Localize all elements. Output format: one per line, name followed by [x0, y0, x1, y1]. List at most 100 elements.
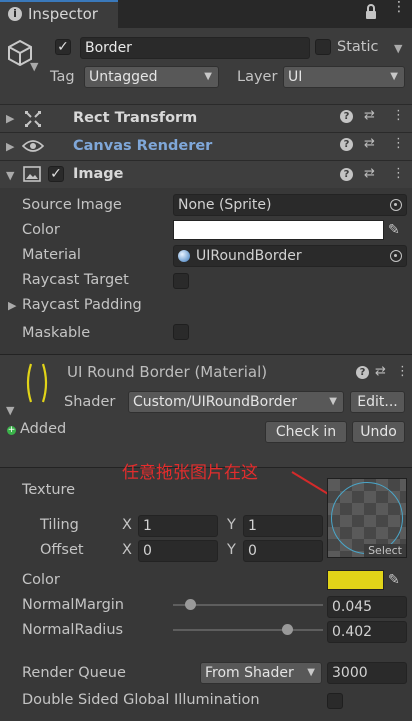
color-label: Color — [22, 222, 60, 238]
source-image-value: None (Sprite) — [178, 197, 272, 213]
material-label: Material — [22, 247, 81, 263]
source-image-label: Source Image — [22, 197, 122, 213]
material-field[interactable]: UIRoundBorder — [173, 245, 407, 267]
expand-caret-icon[interactable]: ▶ — [6, 140, 14, 153]
collapse-caret-icon[interactable]: ▼ — [6, 169, 14, 182]
expand-caret-icon[interactable]: ▶ — [6, 112, 14, 125]
normal-margin-label: NormalMargin — [22, 597, 124, 613]
shader-value: Custom/UIRoundBorder — [133, 394, 297, 410]
tag-dropdown[interactable]: Untagged ▼ — [84, 66, 219, 88]
object-name-field[interactable]: Border — [80, 37, 310, 59]
undo-button[interactable]: Undo — [352, 421, 405, 443]
normal-radius-slider[interactable] — [173, 623, 323, 637]
canvas-renderer-title: Canvas Renderer — [73, 138, 213, 154]
kebab-icon[interactable]: ⋮ — [392, 0, 406, 14]
maskable-checkbox[interactable] — [173, 324, 189, 340]
offset-y-label: Y — [227, 542, 236, 558]
static-label: Static — [337, 39, 379, 55]
edit-shader-button[interactable]: Edit... — [350, 391, 405, 413]
tiling-label: Tiling — [40, 517, 79, 533]
image-title: Image — [73, 166, 124, 182]
texture-slot[interactable]: Select — [327, 478, 407, 558]
tag-value: Untagged — [89, 69, 158, 85]
tag-label: Tag — [50, 69, 75, 85]
chevron-down-icon: ▼ — [390, 71, 398, 82]
eyedropper-icon[interactable]: ✎ — [388, 222, 400, 238]
chevron-down-icon: ▼ — [329, 396, 337, 407]
offset-y-field[interactable]: 0 — [243, 540, 323, 562]
kebab-icon[interactable]: ⋮ — [396, 364, 409, 379]
preset-icon[interactable]: ⇄ — [364, 108, 375, 123]
annotation-text: 任意拖张图片在这 — [122, 463, 258, 483]
layer-dropdown[interactable]: UI ▼ — [283, 66, 405, 88]
maskable-label: Maskable — [22, 325, 91, 341]
normal-radius-field[interactable]: 0.402 — [327, 621, 407, 643]
kebab-icon[interactable]: ⋮ — [392, 108, 405, 123]
rect-transform-title: Rect Transform — [73, 110, 198, 126]
image-enabled-checkbox[interactable]: ✓ — [48, 166, 64, 182]
help-icon[interactable]: ? — [340, 168, 353, 181]
normal-radius-label: NormalRadius — [22, 622, 124, 638]
active-checkbox[interactable]: ✓ — [55, 39, 71, 55]
preset-icon[interactable]: ⇄ — [364, 166, 375, 181]
lock-icon[interactable] — [364, 4, 378, 19]
preset-icon[interactable]: ⇄ — [364, 136, 375, 151]
offset-label: Offset — [40, 542, 84, 558]
eye-icon — [21, 139, 45, 157]
added-icon: + — [7, 425, 16, 435]
render-queue-field[interactable]: 3000 — [327, 662, 407, 684]
eyedropper-icon[interactable]: ✎ — [388, 572, 400, 588]
double-sided-gi-checkbox[interactable] — [327, 693, 343, 709]
material-icon — [178, 250, 190, 262]
layer-value: UI — [288, 69, 303, 85]
offset-x-field[interactable]: 0 — [138, 540, 218, 562]
raycast-padding-label[interactable]: Raycast Padding — [22, 297, 142, 313]
help-icon[interactable]: ? — [340, 110, 353, 123]
shader-label: Shader — [64, 394, 116, 410]
tiling-x-field[interactable]: 1 — [138, 515, 218, 537]
chevron-down-icon: ▼ — [307, 667, 315, 678]
material-preview-icon — [22, 362, 52, 408]
expand-caret-icon[interactable]: ▶ — [8, 299, 16, 312]
offset-x-label: X — [122, 542, 132, 558]
material-color-label: Color — [22, 572, 60, 588]
layer-label: Layer — [237, 69, 278, 85]
material-color-swatch[interactable] — [327, 570, 384, 590]
object-picker-icon[interactable] — [390, 199, 402, 211]
image-icon — [23, 166, 41, 186]
slider-thumb[interactable] — [282, 624, 293, 635]
source-image-field[interactable]: None (Sprite) — [173, 194, 407, 216]
kebab-icon[interactable]: ⋮ — [392, 136, 405, 151]
help-icon[interactable]: ? — [356, 366, 369, 379]
check-in-button[interactable]: Check in — [265, 421, 347, 443]
color-swatch[interactable] — [173, 220, 384, 240]
preset-icon[interactable]: ⇄ — [375, 364, 386, 379]
normal-margin-slider[interactable] — [173, 598, 323, 612]
object-picker-icon[interactable] — [390, 250, 402, 262]
material-value: UIRoundBorder — [196, 248, 302, 264]
rect-transform-icon — [24, 110, 42, 132]
tab-inspector[interactable]: i Inspector — [0, 0, 118, 28]
collapse-caret-icon[interactable]: ▼ — [6, 404, 14, 417]
double-sided-gi-label: Double Sided Global Illumination — [22, 692, 260, 708]
shader-dropdown[interactable]: Custom/UIRoundBorder ▼ — [128, 391, 344, 413]
material-title: UI Round Border (Material) — [67, 363, 268, 381]
normal-margin-field[interactable]: 0.045 — [327, 596, 407, 618]
raycast-target-label: Raycast Target — [22, 272, 129, 288]
texture-select-button[interactable]: Select — [364, 544, 406, 557]
help-icon[interactable]: ? — [340, 138, 353, 151]
static-checkbox[interactable] — [315, 39, 331, 55]
kebab-icon[interactable]: ⋮ — [392, 166, 405, 181]
slider-track — [173, 629, 323, 631]
tiling-y-field[interactable]: 1 — [243, 515, 323, 537]
tiling-x-label: X — [122, 517, 132, 533]
raycast-target-checkbox[interactable] — [173, 273, 189, 289]
info-icon: i — [8, 7, 22, 21]
render-queue-dropdown[interactable]: From Shader ▼ — [200, 662, 322, 684]
render-queue-mode: From Shader — [205, 665, 294, 681]
added-label: Added — [20, 421, 67, 437]
tiling-y-label: Y — [227, 517, 236, 533]
static-dropdown-icon[interactable]: ▼ — [394, 42, 402, 55]
icon-dropdown-icon[interactable]: ▼ — [30, 60, 38, 73]
slider-thumb[interactable] — [185, 599, 196, 610]
